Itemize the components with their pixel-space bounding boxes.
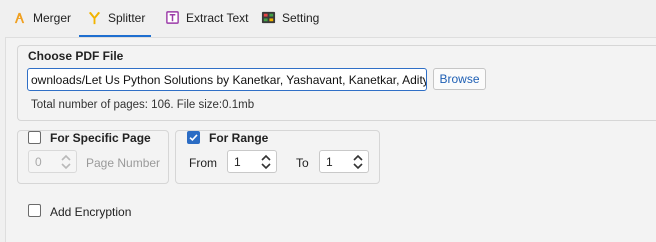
spin-arrows-icon[interactable]	[260, 153, 272, 171]
browse-button[interactable]: Browse	[433, 68, 486, 90]
split-icon	[87, 10, 102, 25]
tab-bar: Merger Splitter Extract Text Setting	[0, 0, 656, 37]
tab-extract-text-label: Extract Text	[186, 10, 249, 25]
add-encryption-checkbox[interactable]	[28, 204, 41, 217]
tab-extract-text[interactable]: Extract Text	[157, 0, 254, 35]
spin-arrows-icon[interactable]	[60, 153, 72, 171]
merge-icon	[12, 10, 27, 25]
tab-setting[interactable]: Setting	[253, 0, 325, 35]
page-number-label: Page Number	[86, 156, 161, 170]
to-value: 1	[326, 155, 333, 169]
range-label: For Range	[209, 131, 269, 145]
from-value: 1	[234, 155, 241, 169]
tab-merger[interactable]: Merger	[4, 0, 77, 35]
pdf-path-input[interactable]: ownloads/Let Us Python Solutions by Kane…	[27, 68, 427, 91]
settings-panel-icon	[261, 10, 276, 25]
to-spinbox[interactable]: 1	[319, 150, 369, 173]
tab-merger-label: Merger	[33, 10, 72, 25]
from-spinbox[interactable]: 1	[227, 150, 277, 173]
from-label: From	[189, 156, 217, 170]
specific-page-checkbox[interactable]	[28, 131, 41, 144]
to-label: To	[296, 156, 309, 170]
tab-splitter[interactable]: Splitter	[79, 0, 152, 37]
page-number-value: 0	[35, 155, 42, 169]
choose-pdf-title: Choose PDF File	[28, 49, 124, 63]
range-checkbox[interactable]	[187, 131, 200, 144]
page-number-spinbox[interactable]: 0	[28, 150, 77, 173]
add-encryption-label: Add Encryption	[50, 205, 132, 219]
extract-text-icon	[165, 10, 180, 25]
checkmark-icon	[189, 134, 198, 142]
tab-setting-label: Setting	[282, 10, 320, 25]
file-info-text: Total number of pages: 106. File size:0.…	[31, 99, 255, 111]
specific-page-label: For Specific Page	[50, 131, 151, 145]
tab-splitter-label: Splitter	[108, 10, 146, 25]
spin-arrows-icon[interactable]	[352, 153, 364, 171]
